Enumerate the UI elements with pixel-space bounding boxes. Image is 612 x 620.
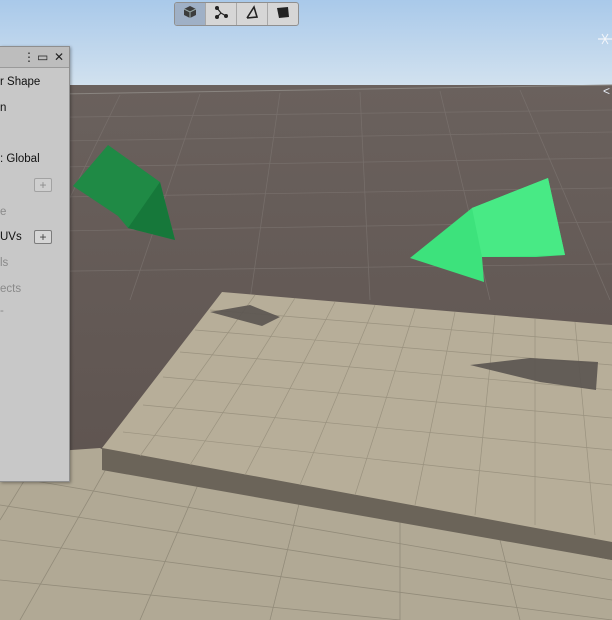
vertex-mode-button[interactable] <box>206 3 237 25</box>
panel-plus-button-1[interactable]: + <box>34 178 52 192</box>
edge-mode-button[interactable] <box>237 3 268 25</box>
object-mode-button[interactable] <box>175 3 206 25</box>
panel-maximize-icon[interactable]: ▭ <box>37 49 48 65</box>
panel-item-e[interactable]: e <box>0 206 6 218</box>
face-mode-button[interactable] <box>268 3 298 25</box>
panel-item-ls[interactable]: ls <box>0 257 8 269</box>
orientation-gizmo-icon[interactable] <box>598 32 612 46</box>
panel-plus-button-2[interactable]: + <box>34 230 52 244</box>
scene-view[interactable] <box>0 0 612 620</box>
panel-item-shape[interactable]: r Shape <box>0 76 40 88</box>
panel-item-handle-global[interactable]: : Global <box>0 153 40 165</box>
gizmo-axis-icon: < <box>602 84 610 98</box>
mode-toolbar <box>174 2 299 26</box>
panel-item-dash[interactable]: - <box>0 305 4 317</box>
panel-header: ⋮ ▭ ✕ <box>0 47 69 68</box>
panel-menu-icon[interactable]: ⋮ <box>23 49 35 65</box>
face-mode-icon <box>276 5 290 24</box>
cube-object-mode-icon <box>183 5 197 24</box>
probuilder-panel: ⋮ ▭ ✕ r Shape n : Global + e UVs + ls ec… <box>0 46 70 482</box>
panel-item-ects[interactable]: ects <box>0 283 21 295</box>
panel-close-icon[interactable]: ✕ <box>54 49 64 65</box>
edge-mode-icon <box>245 4 259 24</box>
panel-item-n[interactable]: n <box>0 102 6 114</box>
vertex-mode-icon <box>214 5 228 24</box>
panel-item-uvs[interactable]: UVs <box>0 231 22 243</box>
